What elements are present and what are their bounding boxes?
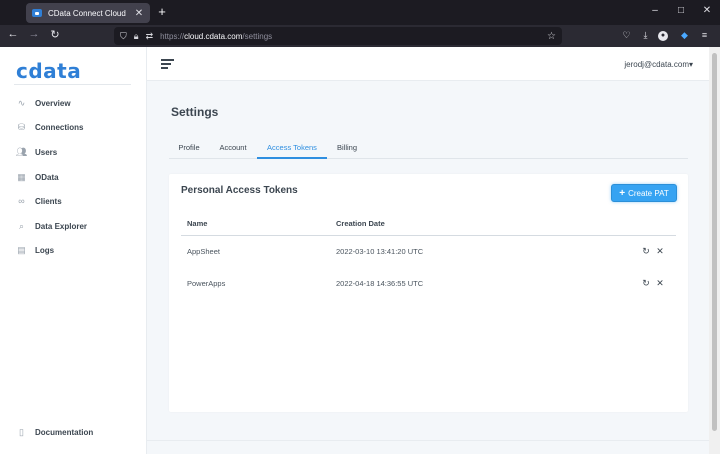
back-arrow-icon[interactable]: ← <box>6 28 20 40</box>
lock-icon[interactable]: 🔒︎ <box>134 31 139 42</box>
sidebar-item-documentation[interactable]: ▯ Documentation <box>0 422 146 442</box>
users-icon: 👥︎ <box>15 146 28 157</box>
create-pat-label: Create PAT <box>628 188 669 198</box>
sidebar-item-label: Documentation <box>35 427 94 437</box>
shield-icon[interactable]: ⛉ <box>120 31 127 42</box>
search-icon: ⌕ <box>18 220 25 231</box>
token-name: PowerApps <box>187 279 226 288</box>
sidebar: cdata ∿ Overview ⛁ Connections 👥︎ Users … <box>0 47 147 454</box>
user-menu[interactable]: jerodj@cdata.com▾ <box>624 60 693 69</box>
sidebar-item-label: Overview <box>35 98 71 108</box>
user-email: jerodj@cdata.com <box>624 60 689 69</box>
database-icon: ⛁ <box>17 121 26 132</box>
permissions-icon[interactable]: ⇄ <box>146 31 154 42</box>
reload-icon[interactable]: ↻ <box>48 28 62 41</box>
tab-profile[interactable]: Profile <box>173 137 205 159</box>
token-created: 2022-04-18 14:36:55 UTC <box>336 279 424 288</box>
sidebar-item-label: Users <box>35 147 58 157</box>
sidebar-item-label: OData <box>35 172 59 182</box>
book-icon: ▯ <box>19 426 24 437</box>
menu-icon[interactable]: ≡ <box>698 29 711 42</box>
regenerate-icon[interactable]: ↻ <box>641 246 651 257</box>
sidebar-item-label: Logs <box>35 245 55 255</box>
sidebar-item-odata[interactable]: ▦ OData <box>0 167 146 187</box>
page-title: Settings <box>171 105 219 119</box>
document-icon: ▤ <box>17 244 26 255</box>
sidebar-item-label: Clients <box>35 196 62 206</box>
footer <box>147 440 709 454</box>
hamburger-menu-icon[interactable] <box>161 59 174 69</box>
regenerate-icon[interactable]: ↻ <box>641 278 651 289</box>
sidebar-item-label: Connections <box>35 122 84 132</box>
sidebar-item-logs[interactable]: ▤ Logs <box>0 240 146 260</box>
pocket-icon[interactable]: ♡ <box>620 29 633 42</box>
table-row: PowerApps 2022-04-18 14:36:55 UTC ↻ ✕ <box>181 268 676 299</box>
sidebar-item-label: Data Explorer <box>35 221 88 231</box>
scrollbar-thumb[interactable] <box>712 53 717 431</box>
sidebar-item-overview[interactable]: ∿ Overview <box>0 93 146 113</box>
sidebar-item-users[interactable]: 👥︎ Users <box>0 142 146 162</box>
divider <box>14 84 131 85</box>
settings-tabs: Profile Account Access Tokens Billing <box>169 137 688 159</box>
minimize-window-button[interactable]: – <box>648 5 662 16</box>
pulse-icon: ∿ <box>17 97 26 108</box>
chevron-down-icon: ▾ <box>688 60 693 69</box>
maximize-window-button[interactable]: □ <box>674 5 688 16</box>
close-tab-icon[interactable]: ✕ <box>134 8 144 19</box>
address-bar[interactable]: ⛉ 🔒︎ ⇄ https://cloud.cdata.com/settings … <box>114 27 562 45</box>
page: cdata ∿ Overview ⛁ Connections 👥︎ Users … <box>0 47 720 454</box>
tab-access-tokens[interactable]: Access Tokens <box>257 137 327 159</box>
scrollbar[interactable] <box>709 47 720 454</box>
close-window-button[interactable]: ✕ <box>700 5 714 16</box>
sidebar-item-clients[interactable]: ∞ Clients <box>0 191 146 211</box>
account-icon[interactable]: ● <box>658 31 668 41</box>
url-text[interactable]: https://cloud.cdata.com/settings <box>160 32 547 41</box>
link-icon: ∞ <box>18 196 25 206</box>
column-header-creation-date[interactable]: Creation Date <box>336 219 385 228</box>
tab-title: CData Connect Cloud <box>48 8 126 18</box>
access-tokens-card: Personal Access Tokens + Create PAT Name… <box>169 174 688 412</box>
forward-arrow-icon[interactable]: → <box>27 28 41 40</box>
new-tab-button[interactable]: + <box>156 4 168 19</box>
create-pat-button[interactable]: + Create PAT <box>611 184 677 202</box>
downloads-icon[interactable]: ⤓ <box>639 29 652 42</box>
sidebar-item-data-explorer[interactable]: ⌕ Data Explorer <box>0 216 146 236</box>
grid-icon: ▦ <box>17 171 26 182</box>
browser-nav-bar: ← → ↻ ⛉ 🔒︎ ⇄ https://cloud.cdata.com/set… <box>0 25 720 47</box>
token-name: AppSheet <box>187 247 220 256</box>
column-header-name[interactable]: Name <box>187 219 207 228</box>
browser-tab-bar: CData Connect Cloud ✕ + – □ ✕ <box>0 0 720 25</box>
card-title: Personal Access Tokens <box>181 185 298 196</box>
sidebar-item-connections[interactable]: ⛁ Connections <box>0 117 146 137</box>
delete-icon[interactable]: ✕ <box>655 278 665 289</box>
bookmark-star-icon[interactable]: ☆ <box>547 31 556 42</box>
table-row: AppSheet 2022-03-10 13:41:20 UTC ↻ ✕ <box>181 236 676 267</box>
browser-tab[interactable]: CData Connect Cloud ✕ <box>26 3 150 23</box>
delete-icon[interactable]: ✕ <box>655 246 665 257</box>
token-created: 2022-03-10 13:41:20 UTC <box>336 247 424 256</box>
plus-icon: + <box>619 187 626 199</box>
extension-icon[interactable]: ◆ <box>678 29 691 42</box>
tab-billing[interactable]: Billing <box>331 137 363 159</box>
cdata-favicon-icon <box>32 9 42 17</box>
top-header: jerodj@cdata.com▾ <box>147 47 709 81</box>
tab-account[interactable]: Account <box>213 137 253 159</box>
cdata-logo[interactable]: cdata <box>16 59 81 83</box>
